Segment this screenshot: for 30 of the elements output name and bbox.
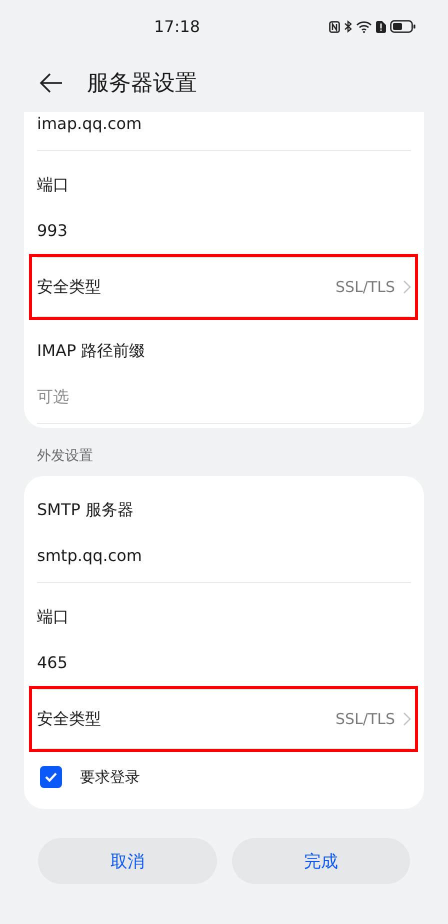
field-value[interactable]: imap.qq.com bbox=[37, 114, 142, 133]
field-label: IMAP 路径前缀 bbox=[37, 341, 146, 360]
row-value: SSL/TLS bbox=[336, 277, 395, 298]
field-label: 端口 bbox=[37, 175, 69, 194]
checkmark-icon bbox=[44, 771, 58, 783]
sim-alert-icon bbox=[376, 20, 386, 32]
security-type-row[interactable]: 安全类型 SSL/TLS bbox=[37, 258, 411, 317]
back-arrow-icon[interactable] bbox=[39, 73, 63, 93]
chevron-right-icon bbox=[403, 280, 411, 294]
field-label: SMTP 服务器 bbox=[37, 500, 134, 519]
page-title: 服务器设置 bbox=[87, 70, 197, 98]
nfc-icon bbox=[329, 20, 340, 32]
status-time: 17:18 bbox=[154, 16, 200, 38]
wifi-icon bbox=[356, 20, 372, 33]
field-value[interactable]: smtp.qq.com bbox=[37, 546, 142, 565]
chevron-right-icon bbox=[403, 712, 411, 726]
field-value[interactable]: 465 bbox=[37, 653, 68, 672]
bluetooth-icon bbox=[344, 20, 352, 33]
field-value[interactable]: 993 bbox=[37, 221, 68, 240]
section-title: 外发设置 bbox=[37, 447, 94, 466]
checkbox[interactable] bbox=[40, 766, 62, 788]
row-value: SSL/TLS bbox=[336, 709, 395, 730]
row-label: 安全类型 bbox=[37, 276, 101, 298]
security-type-row[interactable]: 安全类型 SSL/TLS bbox=[37, 690, 411, 749]
done-button[interactable]: 完成 bbox=[232, 838, 410, 884]
row-label: 安全类型 bbox=[37, 708, 101, 730]
field-label: 端口 bbox=[37, 607, 69, 626]
cancel-button[interactable]: 取消 bbox=[38, 838, 216, 884]
checkbox-label: 要求登录 bbox=[80, 767, 140, 788]
battery-icon bbox=[390, 20, 416, 33]
